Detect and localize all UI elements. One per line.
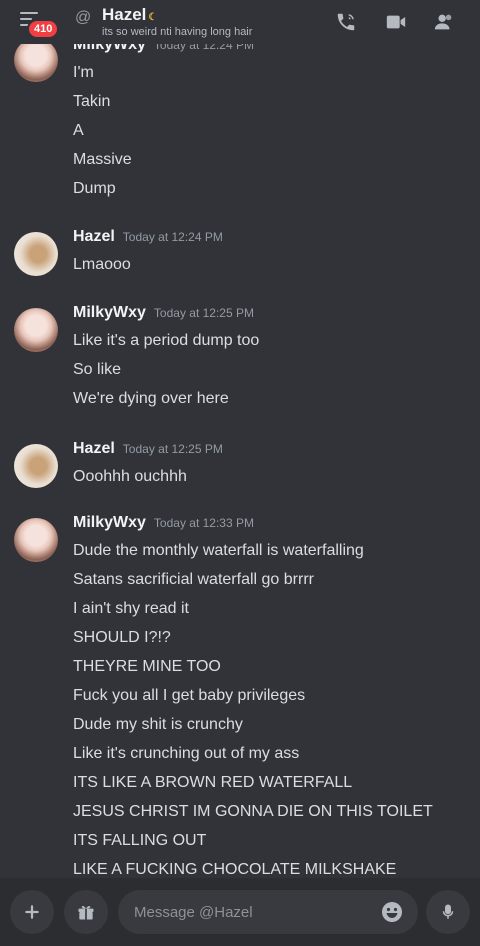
plus-icon <box>25 905 39 919</box>
message-text[interactable]: Fuck you all I get baby privileges <box>73 687 305 705</box>
message-text[interactable]: JESUS CHRIST IM GONNA DIE ON THIS TOILET <box>73 803 433 821</box>
custom-status: its so weird nti having long hair <box>102 26 253 38</box>
avatar[interactable] <box>14 444 58 488</box>
message-text[interactable]: Ooohhh ouchhh <box>73 468 187 486</box>
message-text[interactable]: Massive <box>73 151 132 169</box>
channel-header: 410 @ Hazel ☾ its so weird nti having lon… <box>0 0 480 44</box>
message-text[interactable]: ITS LIKE A BROWN RED WATERFALL <box>73 774 352 792</box>
message-text[interactable]: We're dying over here <box>73 390 229 408</box>
notification-badge: 410 <box>27 19 60 39</box>
author-name[interactable]: Hazel <box>73 440 115 458</box>
message-text[interactable]: I ain't shy read it <box>73 600 189 618</box>
author-name[interactable]: MilkyWxy <box>73 514 146 532</box>
message-text[interactable]: A <box>73 122 84 140</box>
emoji-icon[interactable] <box>380 900 404 924</box>
channel-title[interactable]: Hazel ☾ <box>102 5 157 25</box>
message-text[interactable]: I'm <box>73 64 94 82</box>
timestamp: Today at 12:25 PM <box>122 442 223 456</box>
message-text[interactable]: SHOULD I?!? <box>73 629 171 647</box>
message-meta: Hazel Today at 12:24 PM <box>73 228 223 246</box>
message-text[interactable]: LIKE A FUCKING CHOCOLATE MILKSHAKE <box>73 861 396 878</box>
phone-icon[interactable] <box>334 10 358 34</box>
message-meta: MilkyWxy Today at 12:33 PM <box>73 514 254 532</box>
avatar[interactable] <box>14 232 58 276</box>
message-text[interactable]: Dump <box>73 180 116 198</box>
message-text[interactable]: Lmaooo <box>73 256 131 274</box>
timestamp: Today at 12:24 PM <box>122 230 223 244</box>
avatar[interactable] <box>14 518 58 562</box>
message-text[interactable]: Dude the monthly waterfall is waterfalli… <box>73 542 364 560</box>
message-text[interactable]: Dude my shit is crunchy <box>73 716 243 734</box>
message-text[interactable]: ITS FALLING OUT <box>73 832 206 850</box>
author-name[interactable]: MilkyWxy <box>73 304 146 322</box>
add-attachment-button[interactable] <box>10 890 54 934</box>
channel-name: Hazel <box>102 5 147 24</box>
video-icon[interactable] <box>384 10 408 34</box>
at-icon: @ <box>75 9 92 26</box>
message-text[interactable]: So like <box>73 361 121 379</box>
microphone-icon <box>442 904 454 919</box>
timestamp: Today at 12:25 PM <box>153 306 254 320</box>
message-input[interactable] <box>118 890 418 934</box>
timestamp: Today at 12:33 PM <box>153 516 254 530</box>
message-text[interactable]: Takin <box>73 93 110 111</box>
avatar[interactable] <box>14 38 58 82</box>
message-text[interactable]: THEYRE MINE TOO <box>73 658 221 676</box>
message-text[interactable]: Like it's crunching out of my ass <box>73 745 299 763</box>
idle-moon-icon: ☾ <box>148 12 158 23</box>
gift-button[interactable] <box>64 890 108 934</box>
message-text[interactable]: Like it's a period dump too <box>73 332 259 350</box>
avatar[interactable] <box>14 308 58 352</box>
message-meta: MilkyWxy Today at 12:25 PM <box>73 304 254 322</box>
message-list[interactable]: MilkyWxy Today at 12:24 PM I'm Takin A Massiv… <box>0 0 480 878</box>
gift-icon <box>78 905 94 920</box>
members-icon[interactable] <box>432 10 456 34</box>
author-name[interactable]: Hazel <box>73 228 115 246</box>
message-text[interactable]: Satans sacrificial waterfall go brrrr <box>73 571 314 589</box>
message-composer <box>0 878 480 946</box>
voice-message-button[interactable] <box>426 890 470 934</box>
message-meta: Hazel Today at 12:25 PM <box>73 440 223 458</box>
